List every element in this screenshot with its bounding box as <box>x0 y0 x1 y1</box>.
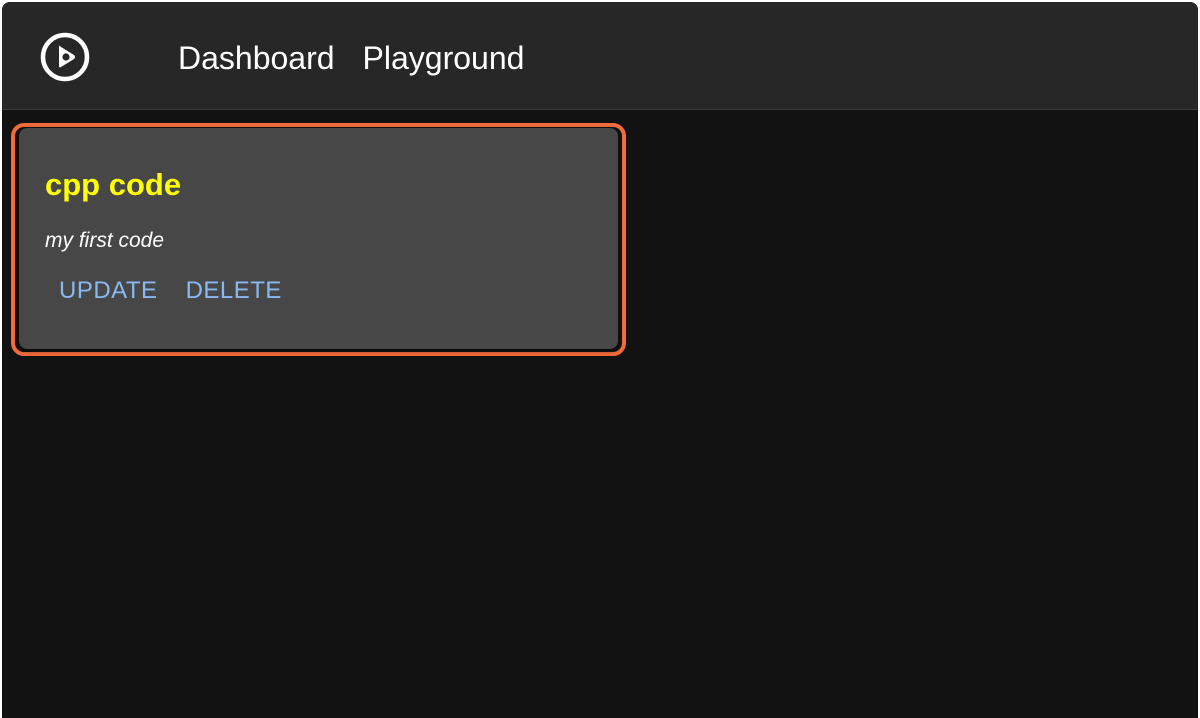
app-window: Dashboard Playground cpp code my first c… <box>2 2 1198 718</box>
app-bar: Dashboard Playground <box>2 2 1198 110</box>
nav-playground-link[interactable]: Playground <box>363 38 525 78</box>
update-button[interactable]: UPDATE <box>45 272 172 310</box>
nav-dashboard-link[interactable]: Dashboard <box>178 38 335 78</box>
code-card: cpp code my first code UPDATE DELETE <box>19 128 618 349</box>
card-description: my first code <box>45 229 165 252</box>
play-circle-icon[interactable] <box>38 30 92 84</box>
delete-button[interactable]: DELETE <box>172 272 296 310</box>
main-nav: Dashboard Playground <box>178 38 524 78</box>
card-title: cpp code <box>45 167 182 202</box>
card-actions: UPDATE DELETE <box>45 272 296 310</box>
